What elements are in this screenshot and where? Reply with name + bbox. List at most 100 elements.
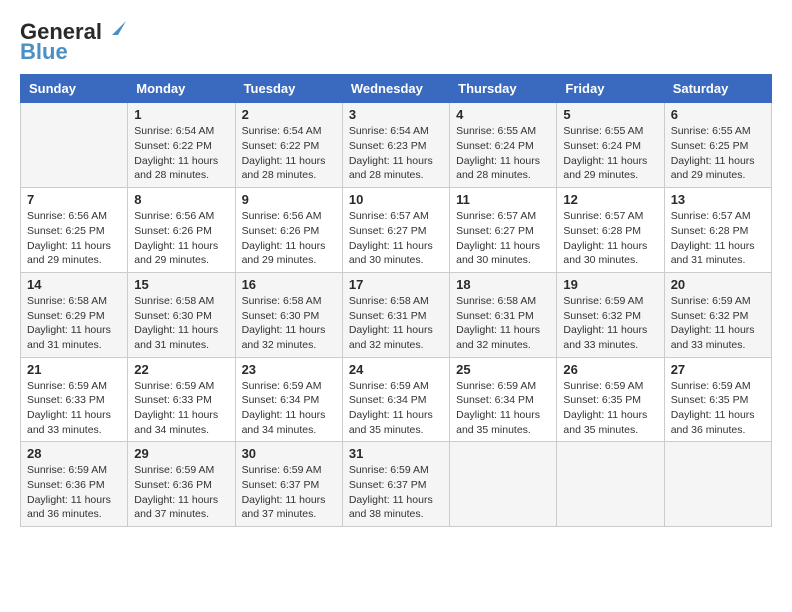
cell-day-number: 28 — [27, 446, 121, 461]
calendar-cell: 10Sunrise: 6:57 AM Sunset: 6:27 PM Dayli… — [342, 188, 449, 273]
calendar-cell: 9 Sunrise: 6:56 AM Sunset: 6:26 PM Daylig… — [235, 188, 342, 273]
cell-day-info: Sunrise: 6:57 AM Sunset: 6:28 PM Dayligh… — [563, 209, 657, 268]
calendar-cell: 27 Sunrise: 6:59 AM Sunset: 6:35 PM Dayli… — [664, 357, 771, 442]
cell-day-info: Sunrise: 6:58 AM Sunset: 6:29 PM Dayligh… — [27, 294, 121, 353]
calendar-cell: 4 Sunrise: 6:55 AM Sunset: 6:24 PM Daylig… — [450, 103, 557, 188]
cell-day-info: Sunrise: 6:59 AM Sunset: 6:33 PM Dayligh… — [134, 379, 228, 438]
cell-day-number: 26 — [563, 362, 657, 377]
cell-day-number: 25 — [456, 362, 550, 377]
cell-day-number: 3 — [349, 107, 443, 122]
calendar-cell: 13 Sunrise: 6:57 AM Sunset: 6:28 PM Dayli… — [664, 188, 771, 273]
calendar-cell: 17 Sunrise: 6:58 AM Sunset: 6:31 PM Dayli… — [342, 272, 449, 357]
calendar-cell: 14 Sunrise: 6:58 AM Sunset: 6:29 PM Dayli… — [21, 272, 128, 357]
cell-day-info: Sunrise: 6:59 AM Sunset: 6:32 PM Dayligh… — [671, 294, 765, 353]
calendar-cell: 16 Sunrise: 6:58 AM Sunset: 6:30 PM Dayli… — [235, 272, 342, 357]
logo-bird-icon — [104, 17, 126, 39]
cell-day-info: Sunrise: 6:58 AM Sunset: 6:31 PM Dayligh… — [349, 294, 443, 353]
cell-day-number: 31 — [349, 446, 443, 461]
calendar-cell: 21 Sunrise: 6:59 AM Sunset: 6:33 PM Dayli… — [21, 357, 128, 442]
calendar-cell: 19 Sunrise: 6:59 AM Sunset: 6:32 PM Dayli… — [557, 272, 664, 357]
calendar-cell: 11 Sunrise: 6:57 AM Sunset: 6:27 PM Dayli… — [450, 188, 557, 273]
calendar-cell: 20 Sunrise: 6:59 AM Sunset: 6:32 PM Dayli… — [664, 272, 771, 357]
cell-day-info: Sunrise: 6:56 AM Sunset: 6:26 PM Dayligh… — [134, 209, 228, 268]
calendar-cell — [557, 442, 664, 527]
cell-day-number: 2 — [242, 107, 336, 122]
calendar-row: 21 Sunrise: 6:59 AM Sunset: 6:33 PM Dayli… — [21, 357, 772, 442]
cell-day-number: 22 — [134, 362, 228, 377]
cell-day-number: 15 — [134, 277, 228, 292]
cell-day-info: Sunrise: 6:59 AM Sunset: 6:34 PM Dayligh… — [349, 379, 443, 438]
cell-day-number: 29 — [134, 446, 228, 461]
cell-day-number: 24 — [349, 362, 443, 377]
calendar-cell: 31 Sunrise: 6:59 AM Sunset: 6:37 PM Dayli… — [342, 442, 449, 527]
calendar-cell: 2Sunrise: 6:54 AM Sunset: 6:22 PM Daylig… — [235, 103, 342, 188]
cell-day-number: 11 — [456, 192, 550, 207]
cell-day-number: 12 — [563, 192, 657, 207]
col-header-friday: Friday — [557, 75, 664, 103]
cell-day-number: 13 — [671, 192, 765, 207]
calendar-cell: 29 Sunrise: 6:59 AM Sunset: 6:36 PM Dayli… — [128, 442, 235, 527]
cell-day-number: 20 — [671, 277, 765, 292]
calendar-cell — [450, 442, 557, 527]
col-header-tuesday: Tuesday — [235, 75, 342, 103]
cell-day-number: 14 — [27, 277, 121, 292]
cell-day-info: Sunrise: 6:59 AM Sunset: 6:36 PM Dayligh… — [134, 463, 228, 522]
cell-day-number: 16 — [242, 277, 336, 292]
calendar-cell: 23Sunrise: 6:59 AM Sunset: 6:34 PM Dayli… — [235, 357, 342, 442]
cell-day-number: 5 — [563, 107, 657, 122]
calendar-cell: 8 Sunrise: 6:56 AM Sunset: 6:26 PM Daylig… — [128, 188, 235, 273]
cell-day-info: Sunrise: 6:55 AM Sunset: 6:25 PM Dayligh… — [671, 124, 765, 183]
cell-day-number: 4 — [456, 107, 550, 122]
cell-day-number: 19 — [563, 277, 657, 292]
cell-day-number: 21 — [27, 362, 121, 377]
col-header-sunday: Sunday — [21, 75, 128, 103]
cell-day-info: Sunrise: 6:59 AM Sunset: 6:33 PM Dayligh… — [27, 379, 121, 438]
cell-day-info: Sunrise: 6:55 AM Sunset: 6:24 PM Dayligh… — [456, 124, 550, 183]
cell-day-info: Sunrise: 6:58 AM Sunset: 6:30 PM Dayligh… — [242, 294, 336, 353]
col-header-thursday: Thursday — [450, 75, 557, 103]
calendar-cell: 7 Sunrise: 6:56 AM Sunset: 6:25 PM Daylig… — [21, 188, 128, 273]
cell-day-info: Sunrise: 6:59 AM Sunset: 6:34 PM Dayligh… — [242, 379, 336, 438]
cell-day-info: Sunrise: 6:57 AM Sunset: 6:27 PM Dayligh… — [456, 209, 550, 268]
cell-day-info: Sunrise: 6:56 AM Sunset: 6:26 PM Dayligh… — [242, 209, 336, 268]
cell-day-info: Sunrise: 6:59 AM Sunset: 6:34 PM Dayligh… — [456, 379, 550, 438]
cell-day-info: Sunrise: 6:56 AM Sunset: 6:25 PM Dayligh… — [27, 209, 121, 268]
calendar-cell: 6 Sunrise: 6:55 AM Sunset: 6:25 PM Daylig… — [664, 103, 771, 188]
cell-day-info: Sunrise: 6:57 AM Sunset: 6:28 PM Dayligh… — [671, 209, 765, 268]
cell-day-number: 9 — [242, 192, 336, 207]
cell-day-info: Sunrise: 6:57 AM Sunset: 6:27 PM Dayligh… — [349, 209, 443, 268]
col-header-saturday: Saturday — [664, 75, 771, 103]
cell-day-number: 27 — [671, 362, 765, 377]
calendar-cell: 25 Sunrise: 6:59 AM Sunset: 6:34 PM Dayli… — [450, 357, 557, 442]
calendar-cell: 5 Sunrise: 6:55 AM Sunset: 6:24 PM Daylig… — [557, 103, 664, 188]
cell-day-number: 8 — [134, 192, 228, 207]
calendar-cell: 1 Sunrise: 6:54 AM Sunset: 6:22 PM Daylig… — [128, 103, 235, 188]
calendar-header-row: SundayMondayTuesdayWednesdayThursdayFrid… — [21, 75, 772, 103]
cell-day-number: 1 — [134, 107, 228, 122]
cell-day-number: 30 — [242, 446, 336, 461]
cell-day-info: Sunrise: 6:59 AM Sunset: 6:32 PM Dayligh… — [563, 294, 657, 353]
calendar-cell: 24 Sunrise: 6:59 AM Sunset: 6:34 PM Dayli… — [342, 357, 449, 442]
col-header-monday: Monday — [128, 75, 235, 103]
cell-day-number: 6 — [671, 107, 765, 122]
cell-day-info: Sunrise: 6:59 AM Sunset: 6:35 PM Dayligh… — [671, 379, 765, 438]
cell-day-number: 17 — [349, 277, 443, 292]
calendar-cell — [21, 103, 128, 188]
calendar-cell — [664, 442, 771, 527]
calendar-cell: 12 Sunrise: 6:57 AM Sunset: 6:28 PM Dayli… — [557, 188, 664, 273]
logo: General Blue — [20, 20, 126, 64]
page-header: General Blue — [20, 20, 772, 64]
calendar-cell: 28Sunrise: 6:59 AM Sunset: 6:36 PM Dayli… — [21, 442, 128, 527]
calendar-row: 28 Sunrise: 6:59 AM Sunset: 6:36 PM Dayli… — [21, 442, 772, 527]
calendar-cell: 30Sunrise: 6:59 AM Sunset: 6:37 PM Dayli… — [235, 442, 342, 527]
cell-day-number: 18 — [456, 277, 550, 292]
calendar-cell: 22 Sunrise: 6:59 AM Sunset: 6:33 PM Dayli… — [128, 357, 235, 442]
calendar-cell: 3Sunrise: 6:54 AM Sunset: 6:23 PM Daylig… — [342, 103, 449, 188]
cell-day-info: Sunrise: 6:55 AM Sunset: 6:24 PM Dayligh… — [563, 124, 657, 183]
col-header-wednesday: Wednesday — [342, 75, 449, 103]
calendar-row: 1 Sunrise: 6:54 AM Sunset: 6:22 PM Daylig… — [21, 103, 772, 188]
logo-blue: Blue — [20, 40, 126, 64]
cell-day-info: Sunrise: 6:54 AM Sunset: 6:22 PM Dayligh… — [134, 124, 228, 183]
cell-day-number: 7 — [27, 192, 121, 207]
cell-day-info: Sunrise: 6:59 AM Sunset: 6:37 PM Dayligh… — [349, 463, 443, 522]
